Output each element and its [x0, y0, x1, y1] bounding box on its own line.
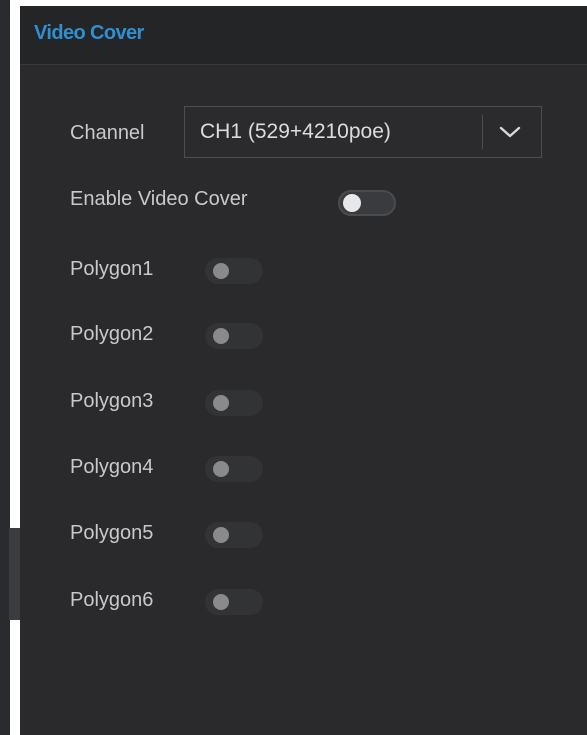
- select-divider: [482, 115, 483, 149]
- chevron-down-icon[interactable]: [490, 119, 530, 145]
- sidebar-collapse-handle[interactable]: [9, 528, 20, 620]
- polygon-label: Polygon6: [70, 589, 154, 611]
- polygon3-toggle[interactable]: [205, 390, 263, 416]
- polygon-label: Polygon1: [70, 258, 154, 280]
- channel-select-value: CH1 (529+4210poe): [200, 120, 391, 143]
- panel-title: Video Cover: [34, 22, 144, 44]
- toggle-knob: [213, 263, 229, 279]
- polygon6-toggle[interactable]: [205, 589, 263, 615]
- toggle-knob: [213, 527, 229, 543]
- toggle-knob: [343, 194, 361, 212]
- polygon-label: Polygon4: [70, 456, 154, 478]
- toggle-knob: [213, 461, 229, 477]
- toggle-knob: [213, 594, 229, 610]
- panel-header: Video Cover: [20, 6, 587, 65]
- screenshot-frame: Video Cover Channel CH1 (529+4210poe) En…: [0, 0, 587, 735]
- channel-select[interactable]: CH1 (529+4210poe): [184, 106, 542, 158]
- left-sidebar-edge: [0, 0, 10, 735]
- polygon1-toggle[interactable]: [205, 258, 263, 284]
- enable-video-cover-toggle[interactable]: [338, 190, 396, 216]
- polygon-label: Polygon5: [70, 522, 154, 544]
- channel-label: Channel: [70, 122, 145, 144]
- toggle-knob: [213, 395, 229, 411]
- polygon4-toggle[interactable]: [205, 456, 263, 482]
- enable-video-cover-label: Enable Video Cover: [70, 188, 248, 210]
- polygon-label: Polygon2: [70, 323, 154, 345]
- polygon5-toggle[interactable]: [205, 522, 263, 548]
- polygon-label: Polygon3: [70, 390, 154, 412]
- toggle-knob: [213, 328, 229, 344]
- polygon2-toggle[interactable]: [205, 323, 263, 349]
- video-cover-panel: Video Cover Channel CH1 (529+4210poe) En…: [20, 6, 587, 735]
